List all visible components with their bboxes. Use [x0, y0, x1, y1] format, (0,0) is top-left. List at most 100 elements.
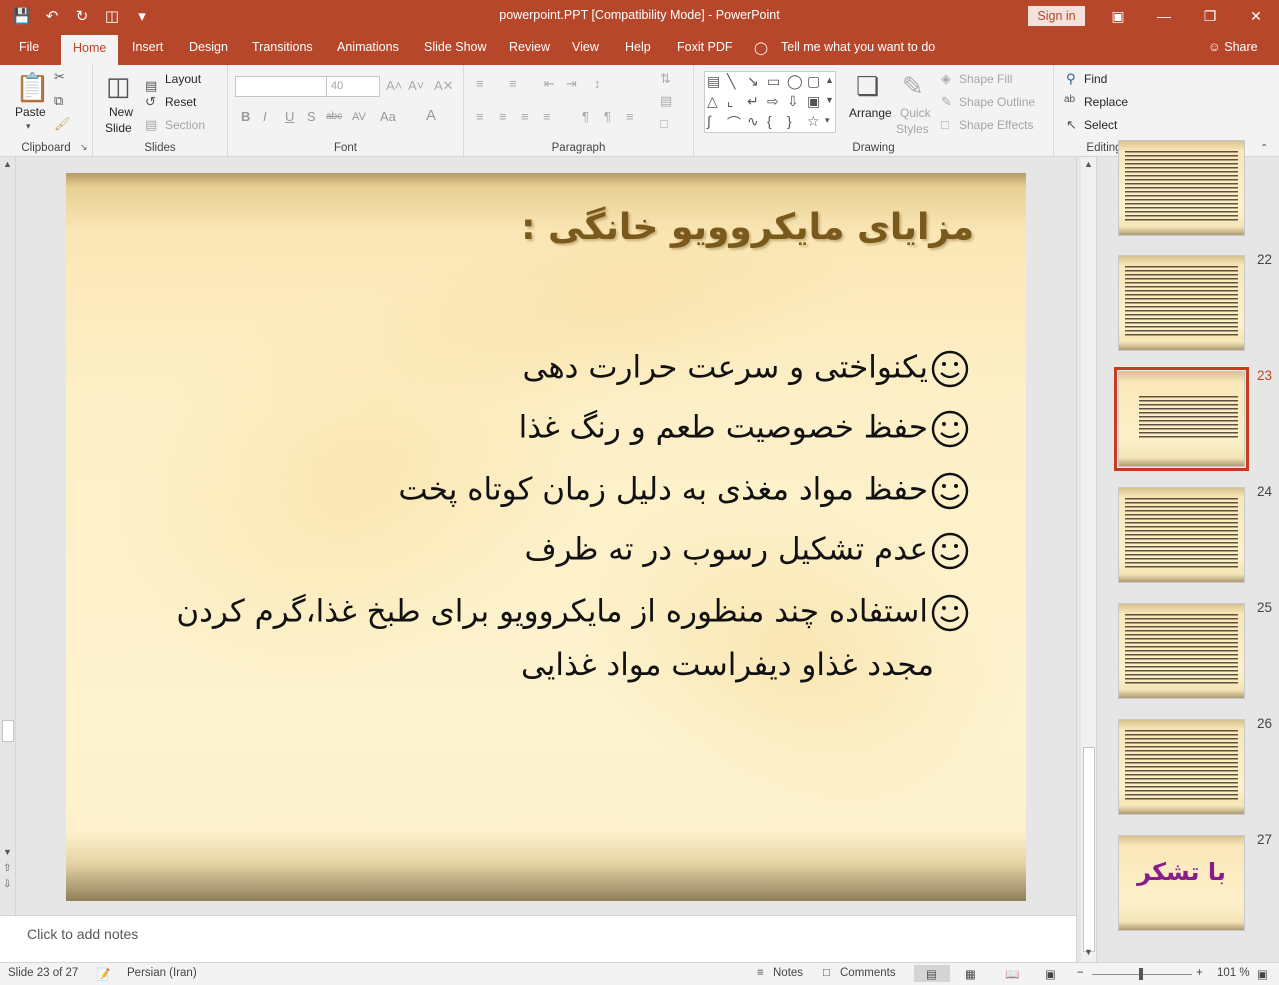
character-spacing-icon[interactable]: AV	[352, 111, 366, 123]
text-direction-icon[interactable]: ⇅	[660, 71, 671, 87]
tab-transitions[interactable]: Transitions	[252, 40, 313, 54]
left-brace-shape-icon[interactable]: {	[767, 113, 772, 129]
bullet-item[interactable]: عدم تشکیل رسوب در ته ظرف	[524, 531, 970, 571]
slide-title[interactable]: مزایای مایکروویو خانگی :	[521, 207, 974, 248]
quick-styles-button[interactable]: Quick	[900, 106, 931, 120]
close-icon[interactable]: ✕	[1233, 0, 1279, 32]
tab-review[interactable]: Review	[509, 40, 550, 54]
ribbon-display-options-icon[interactable]: ▣	[1095, 0, 1141, 32]
slide-thumbnail[interactable]: با تشکر	[1118, 835, 1245, 931]
italic-icon[interactable]: I	[263, 109, 267, 124]
notes-pane[interactable]: Click to add notes	[0, 915, 1076, 962]
share-button[interactable]: ☺ Share	[1208, 40, 1258, 54]
smartart-icon[interactable]: □	[660, 116, 668, 131]
down-arrow-shape-icon[interactable]: ⇩	[787, 93, 799, 110]
slide-vertical-scrollbar[interactable]: ▲ ▼ ⇧ ⇩	[0, 157, 16, 915]
new-slide-button[interactable]: New	[109, 105, 133, 119]
zoom-in-icon[interactable]: +	[1196, 967, 1203, 979]
rectangle-shape-icon[interactable]: ▭	[767, 73, 780, 90]
scroll-up-icon[interactable]: ▲	[3, 159, 12, 169]
zoom-level[interactable]: 101 %	[1217, 967, 1250, 979]
shadow-icon[interactable]: S	[307, 109, 316, 124]
replace-button[interactable]: Replace	[1084, 95, 1128, 109]
zoom-slider-thumb[interactable]	[1139, 968, 1143, 980]
arrange-icon[interactable]: ❏	[856, 71, 879, 102]
gallery-down-icon[interactable]: ▼	[825, 95, 834, 105]
new-slide-button-line2[interactable]: Slide	[105, 121, 132, 135]
tab-animations[interactable]: Animations	[337, 40, 399, 54]
comments-button[interactable]: Comments	[840, 967, 896, 979]
bold-icon[interactable]: B	[241, 109, 250, 124]
tab-home[interactable]: Home	[61, 35, 119, 65]
star-shape-icon[interactable]: ☆	[807, 113, 820, 130]
paste-dropdown-icon[interactable]: ▾	[26, 121, 31, 132]
reading-view-icon[interactable]: 📖	[1005, 967, 1019, 981]
scroll-thumb[interactable]	[2, 720, 14, 742]
slide-show-icon[interactable]: ▣	[1045, 967, 1056, 981]
tab-view[interactable]: View	[572, 40, 599, 54]
slide-thumbnail[interactable]	[1118, 255, 1245, 351]
find-icon[interactable]: ⚲	[1066, 71, 1076, 87]
tab-help[interactable]: Help	[625, 40, 651, 54]
ltr-icon[interactable]: ¶	[582, 109, 589, 124]
spell-check-icon[interactable]: 📝	[96, 967, 110, 981]
new-slide-icon[interactable]: ◫	[106, 71, 131, 102]
shape-outline-icon[interactable]: ✎	[941, 94, 952, 110]
clipboard-launcher-icon[interactable]: ↘	[80, 142, 88, 153]
slide-thumbnail[interactable]	[1118, 603, 1245, 699]
previous-slide-icon[interactable]: ⇧	[3, 863, 11, 874]
arrange-button[interactable]: Arrange	[849, 106, 892, 120]
slide-thumbnail-selected[interactable]	[1114, 367, 1249, 471]
language-indicator[interactable]: Persian (Iran)	[127, 967, 197, 979]
minimize-icon[interactable]: —	[1141, 0, 1187, 32]
thumbnails-scrollbar[interactable]: ▲ ▼	[1081, 157, 1097, 962]
section-icon[interactable]: ▤	[145, 117, 157, 133]
elbow-arrow-shape-icon[interactable]: ↵	[747, 93, 759, 110]
strikethrough-icon[interactable]: abc	[326, 111, 342, 122]
increase-font-icon[interactable]: A˄	[386, 78, 402, 93]
slide-thumbnail[interactable]	[1118, 719, 1245, 815]
replace-icon[interactable]: ab	[1064, 94, 1075, 105]
columns-icon[interactable]: ≡	[626, 109, 634, 124]
quick-styles-icon[interactable]: ✎	[902, 71, 924, 102]
slide-thumbnail[interactable]	[1118, 487, 1245, 583]
decrease-indent-icon[interactable]: ⇤	[544, 76, 555, 92]
bullet-item[interactable]: حفظ مواد مغذی به دلیل زمان کوتاه پخت	[398, 471, 970, 511]
tab-slide-show[interactable]: Slide Show	[424, 40, 487, 54]
bullet-item[interactable]: حفظ خصوصیت طعم و رنگ غذا	[519, 409, 970, 449]
scroll-up-icon[interactable]: ▲	[1084, 159, 1093, 169]
tab-file[interactable]: File	[19, 40, 39, 54]
reset-icon[interactable]: ↺	[145, 94, 156, 110]
collapse-ribbon-icon[interactable]: ⌃	[1260, 143, 1268, 154]
shape-outline-button[interactable]: Shape Outline	[959, 95, 1035, 109]
change-case-icon[interactable]: Aa	[380, 109, 396, 124]
elbow-connector-shape-icon[interactable]: ⌞	[727, 93, 734, 110]
align-right-icon[interactable]: ≡	[521, 109, 529, 124]
scroll-down-icon[interactable]: ▼	[1084, 947, 1093, 957]
zoom-out-icon[interactable]: −	[1077, 967, 1084, 979]
font-size-combobox[interactable]: 40	[326, 76, 380, 97]
align-left-icon[interactable]: ≡	[476, 109, 484, 124]
notes-placeholder[interactable]: Click to add notes	[27, 926, 138, 942]
sign-in-button[interactable]: Sign in	[1028, 6, 1085, 26]
right-brace-shape-icon[interactable]: }	[787, 113, 792, 129]
select-icon[interactable]: ↖	[1066, 117, 1077, 133]
copy-icon[interactable]: ⧉	[54, 93, 63, 109]
line-shape-icon[interactable]: ╲	[727, 73, 735, 90]
underline-icon[interactable]: U	[285, 109, 294, 124]
tab-insert[interactable]: Insert	[132, 40, 163, 54]
increase-indent-icon[interactable]: ⇥	[566, 76, 577, 92]
textbox-shape-icon[interactable]: ▤	[707, 73, 720, 90]
shape-fill-button[interactable]: Shape Fill	[959, 72, 1012, 86]
find-button[interactable]: Find	[1084, 72, 1107, 86]
bullet-item[interactable]: یکنواختی و سرعت حرارت دهی	[522, 349, 970, 389]
align-text-icon[interactable]: ▤	[660, 93, 672, 109]
gallery-up-icon[interactable]: ▲	[825, 75, 834, 85]
notes-button[interactable]: Notes	[773, 967, 803, 979]
triangle-shape-icon[interactable]: △	[707, 93, 718, 110]
fit-to-window-icon[interactable]: ▣	[1257, 967, 1268, 981]
center-icon[interactable]: ≡	[499, 109, 507, 124]
arrow-shape-icon[interactable]: ↘	[747, 73, 759, 90]
bullet-continuation[interactable]: مجدد غذاو دیفراست مواد غذایی	[521, 647, 934, 683]
layout-button[interactable]: Layout	[165, 72, 201, 86]
